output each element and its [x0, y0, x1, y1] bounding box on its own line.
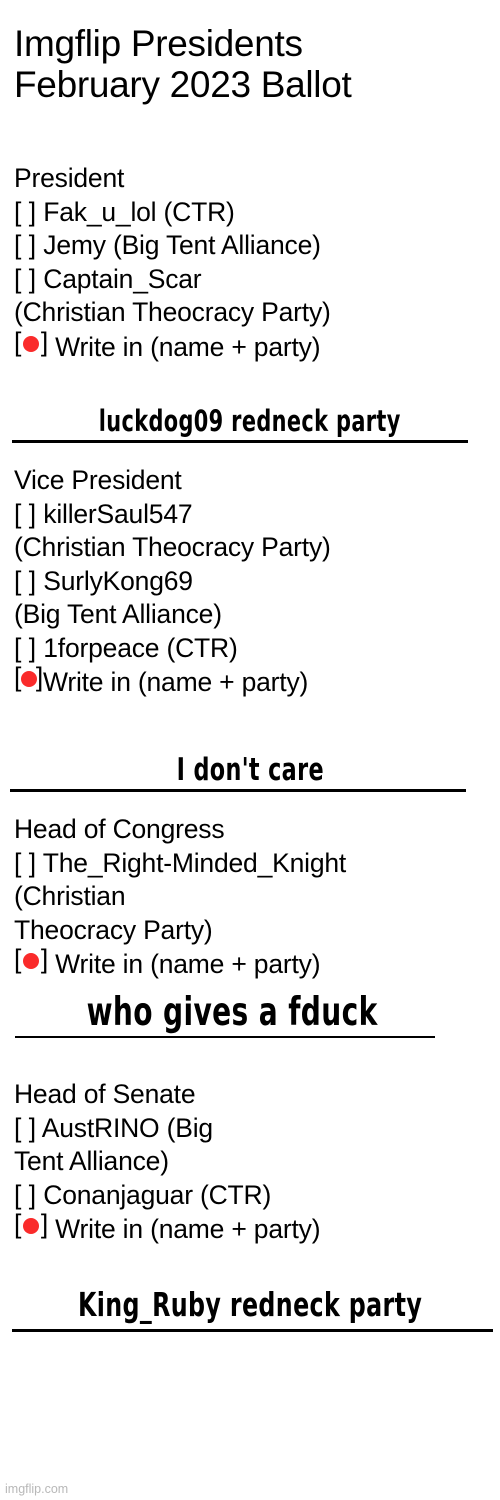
ballot-option-killersaul547[interactable]: killerSaul547 — [14, 498, 500, 532]
ballot-option-jemy[interactable]: Jemy (Big Tent Alliance) — [14, 229, 500, 263]
checkbox-unchecked-icon[interactable] — [14, 230, 36, 260]
ballot-page: Imgflip Presidents February 2023 Ballot … — [0, 0, 500, 1500]
imgflip-watermark: imgflip.com — [5, 1482, 69, 1496]
section-divider-2 — [10, 789, 466, 792]
write-in-value-president[interactable]: luckdog09 redneck party — [0, 404, 500, 438]
option-label: Write in (name + party) — [55, 949, 321, 979]
write-in-value-head-of-congress[interactable]: who gives a fduck — [0, 990, 482, 1035]
bracket-left: [ — [14, 326, 22, 357]
option-party-label: (Christian Theocracy Party) — [14, 297, 331, 327]
bracket-left: [ — [14, 1209, 22, 1239]
ballot-option-surlykong69-party: (Big Tent Alliance) — [14, 598, 500, 632]
ballot-option-conanjaguar[interactable]: Conanjaguar (CTR) — [14, 1179, 500, 1213]
checkbox-checked-icon[interactable]: [] — [14, 944, 48, 974]
option-party-label: (Christian — [14, 881, 126, 911]
selection-dot-icon — [21, 671, 37, 687]
ballot-option-captain-scar[interactable]: Captain_Scar — [14, 263, 500, 297]
option-label: Fak_u_lol (CTR) — [43, 196, 235, 227]
ballot-option-write-in-president[interactable]: [] Write in (name + party) — [14, 326, 500, 365]
ballot-option-the-right-minded-knight[interactable]: The_Right-Minded_Knight — [14, 847, 500, 881]
selection-dot-icon — [23, 335, 39, 352]
option-label: Write in (name + party) — [55, 331, 321, 362]
ballot-option-fak-u-lol[interactable]: Fak_u_lol (CTR) — [14, 196, 500, 230]
ballot-option-killersaul547-party: (Christian Theocracy Party) — [14, 531, 500, 565]
checkbox-checked-icon[interactable]: [] — [14, 662, 43, 692]
bracket-right: ] — [35, 662, 43, 692]
option-label: 1forpeace (CTR) — [43, 632, 238, 663]
race-heading: Vice President — [14, 465, 182, 495]
option-label: Write in (name + party) — [43, 667, 309, 697]
option-label: Jemy (Big Tent Alliance) — [43, 230, 321, 260]
checkbox-unchecked-icon[interactable] — [14, 264, 36, 294]
bracket-right: ] — [40, 944, 48, 974]
option-party-label: (Big Tent Alliance) — [14, 599, 222, 629]
race-head-of-senate: Head of Senate AustRINO (Big Tent Allian… — [14, 1078, 500, 1247]
checkbox-checked-icon[interactable]: [] — [14, 1209, 48, 1239]
ballot-option-austrino[interactable]: AustRINO (Big — [14, 1112, 500, 1146]
ballot-option-surlykong69[interactable]: SurlyKong69 — [14, 565, 500, 599]
race-heading: President — [14, 163, 125, 193]
ballot-option-write-in-head-of-senate[interactable]: [] Write in (name + party) — [14, 1209, 500, 1247]
race-head-of-congress: Head of Congress The_Right-Minded_Knight… — [14, 813, 500, 982]
write-in-value-vice-president[interactable]: I don't care — [0, 752, 500, 788]
checkbox-unchecked-icon[interactable] — [14, 1180, 36, 1210]
ballot-option-write-in-head-of-congress[interactable]: [] Write in (name + party) — [14, 944, 500, 982]
checkbox-checked-icon[interactable]: [] — [14, 326, 48, 357]
option-label: Write in (name + party) — [55, 1214, 321, 1244]
ballot-option-1forpeace[interactable]: 1forpeace (CTR) — [14, 632, 500, 666]
selection-dot-icon — [23, 953, 39, 969]
option-label: The_Right-Minded_Knight — [42, 847, 347, 878]
ballot-option-the-right-minded-knight-party-2: Theocracy Party) — [14, 914, 500, 948]
checkbox-unchecked-icon[interactable] — [14, 566, 36, 596]
checkbox-unchecked-icon[interactable] — [14, 848, 36, 878]
option-label: SurlyKong69 — [43, 565, 193, 596]
ballot-option-captain-scar-party: (Christian Theocracy Party) — [14, 296, 500, 330]
ballot-option-austrino-party: Tent Alliance) — [14, 1145, 500, 1179]
section-divider-3 — [15, 1036, 435, 1038]
bracket-left: [ — [14, 944, 22, 974]
selection-dot-icon — [23, 1218, 39, 1234]
page-title: Imgflip Presidents February 2023 Ballot — [14, 23, 500, 105]
checkbox-unchecked-icon[interactable] — [14, 633, 36, 663]
checkbox-unchecked-icon[interactable] — [14, 499, 36, 529]
bracket-right: ] — [40, 326, 48, 357]
page-title-line-2: February 2023 Ballot — [14, 63, 352, 105]
option-label: AustRINO (Big — [41, 1112, 213, 1143]
option-label: killerSaul547 — [43, 498, 193, 529]
race-heading: Head of Senate — [14, 1079, 196, 1109]
race-heading: Head of Congress — [14, 814, 225, 844]
option-party-label: Theocracy Party) — [14, 914, 213, 945]
checkbox-unchecked-icon[interactable] — [14, 1113, 36, 1143]
race-president: President Fak_u_lol (CTR) Jemy (Big Tent… — [14, 162, 500, 364]
ballot-option-the-right-minded-knight-party-1: (Christian — [14, 880, 500, 914]
checkbox-unchecked-icon[interactable] — [14, 197, 36, 227]
section-divider-1 — [12, 440, 468, 443]
option-label: Conanjaguar (CTR) — [43, 1179, 272, 1210]
ballot-option-write-in-vice-president[interactable]: [] Write in (name + party) — [14, 662, 500, 700]
option-party-label: Tent Alliance) — [14, 1146, 169, 1176]
race-vice-president: Vice President killerSaul547 (Christian … — [14, 464, 500, 700]
write-in-value-head-of-senate[interactable]: King_Ruby redneck party — [0, 1285, 500, 1324]
bracket-right: ] — [40, 1209, 48, 1239]
page-title-line-1: Imgflip Presidents — [14, 23, 303, 64]
option-label: Captain_Scar — [43, 263, 202, 294]
section-divider-4 — [12, 1329, 493, 1332]
option-party-label: (Christian Theocracy Party) — [14, 532, 331, 562]
